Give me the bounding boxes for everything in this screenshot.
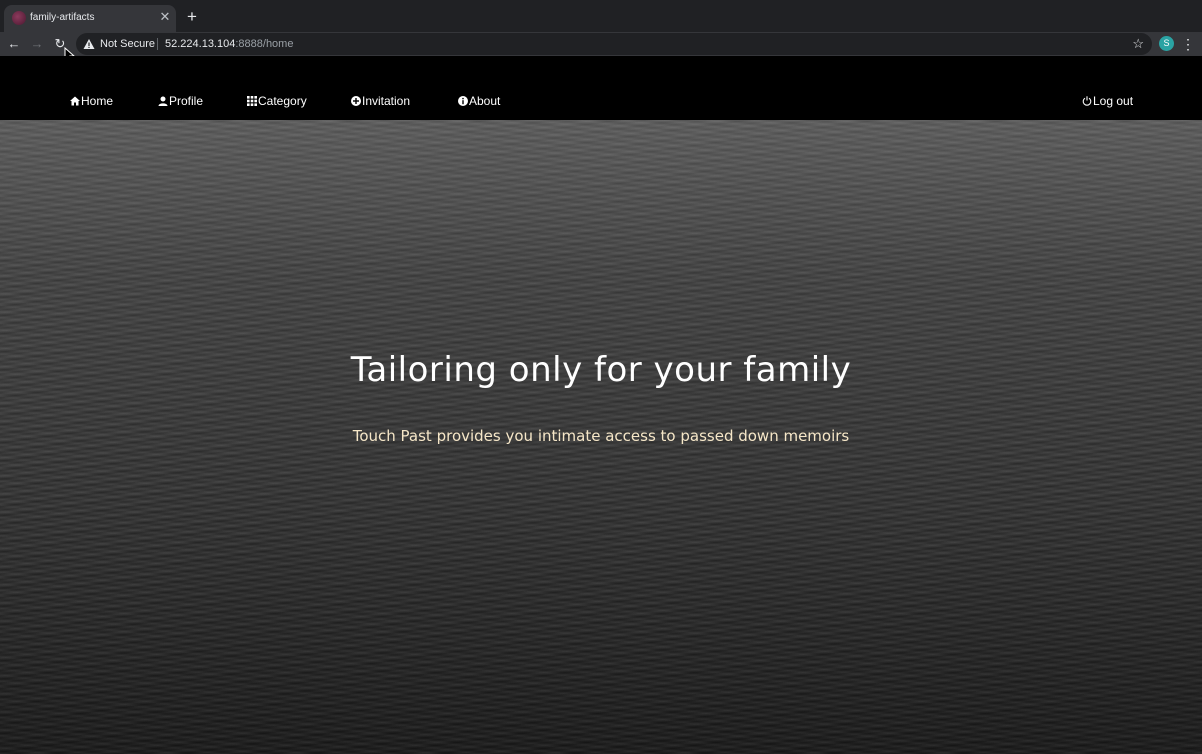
browser-toolbar: ← → ↻ Not Secure 52.224.13.104:8888/home… (0, 32, 1202, 56)
address-bar[interactable]: Not Secure 52.224.13.104:8888/home ☆ (76, 33, 1152, 55)
nav-item-home[interactable]: Home (70, 93, 113, 109)
favicon-icon (12, 11, 26, 25)
url-host: 52.224.13.104 (165, 38, 236, 50)
nav-label-invitation: Invitation (362, 94, 411, 108)
profile-avatar[interactable]: S (1159, 36, 1174, 51)
person-icon (158, 96, 168, 106)
power-icon (1082, 96, 1092, 106)
site-navbar: Home Profile Category Invitation About L… (0, 56, 1202, 120)
nav-item-about[interactable]: About (458, 93, 500, 109)
omnibox-divider (157, 38, 158, 50)
nav-label-profile: Profile (169, 94, 204, 108)
nav-label-category: Category (258, 94, 307, 108)
nav-item-invitation[interactable]: Invitation (351, 93, 410, 109)
close-icon[interactable]: ✕ (158, 10, 172, 24)
back-arrow-icon[interactable]: ← (4, 34, 24, 54)
new-tab-icon[interactable]: + (183, 8, 201, 26)
menu-kebab-icon[interactable]: ⋮ (1181, 35, 1195, 53)
nav-item-category[interactable]: Category (247, 93, 307, 109)
bookmark-star-icon[interactable]: ☆ (1132, 36, 1144, 52)
browser-tab-bar: family-artifacts ✕ + (0, 0, 1202, 32)
grid-icon (247, 96, 257, 106)
info-icon (458, 96, 468, 106)
plus-circle-icon (351, 96, 361, 106)
logout-button[interactable]: Log out (1082, 93, 1133, 109)
nav-item-profile[interactable]: Profile (158, 93, 203, 109)
logout-label: Log out (1093, 94, 1134, 108)
nav-label-home: Home (81, 94, 114, 108)
warning-icon (83, 39, 95, 49)
nav-label-about: About (469, 94, 501, 108)
browser-tab[interactable]: family-artifacts ✕ (4, 5, 176, 32)
url-text[interactable]: 52.224.13.104:8888/home (165, 37, 293, 51)
hero-title: Tailoring only for your family (350, 350, 852, 390)
tab-title: family-artifacts (30, 12, 95, 23)
security-label[interactable]: Not Secure (100, 37, 155, 51)
forward-arrow-icon[interactable]: → (27, 34, 47, 54)
home-icon (70, 96, 80, 106)
url-path: :8888/home (235, 38, 294, 50)
hero-subtitle: Touch Past provides you intimate access … (352, 427, 850, 445)
hero-section: Tailoring only for your family Touch Pas… (0, 120, 1202, 754)
